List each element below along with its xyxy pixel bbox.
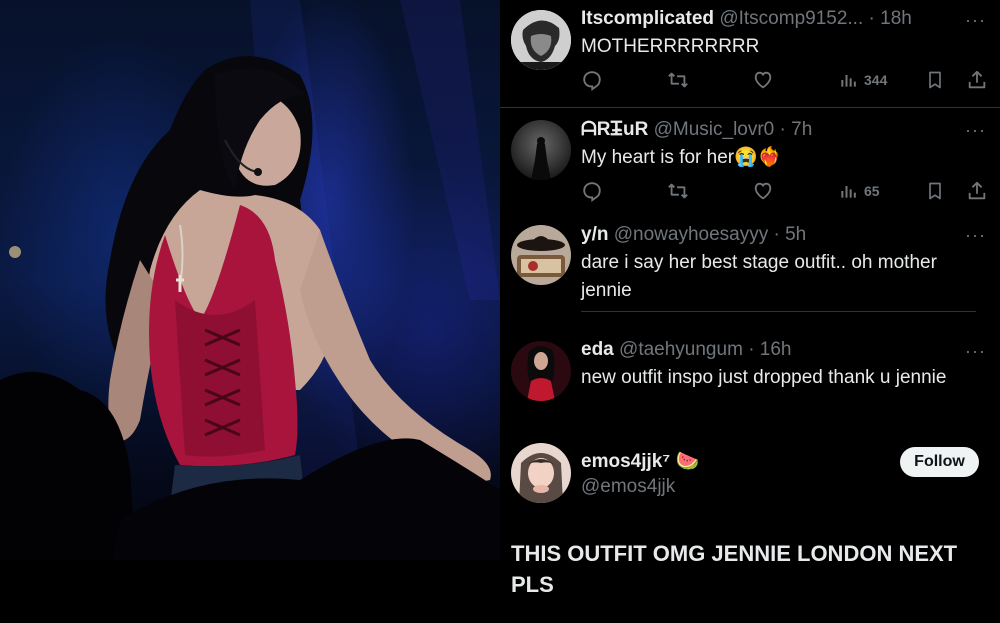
timestamp[interactable]: 16h <box>760 339 792 360</box>
display-name[interactable]: ᗩRᏆ̵̶uR <box>581 119 648 140</box>
post-text: THIS OUTFIT OMG JENNIE LONDON NEXT PLS <box>511 541 958 597</box>
share-icon <box>968 70 986 89</box>
profile-avatar[interactable] <box>511 443 571 503</box>
display-name[interactable]: y/n <box>581 224 608 245</box>
bookmark-button[interactable] <box>925 179 945 203</box>
separator-dot: · <box>779 119 786 140</box>
avatar[interactable] <box>511 120 571 180</box>
tweet-actions: 344 <box>581 68 990 92</box>
views-icon <box>841 75 856 87</box>
like-button[interactable] <box>752 68 774 92</box>
tweet-text: new outfit inspo just dropped thank u je… <box>581 367 947 388</box>
timestamp[interactable]: 18h <box>880 8 912 29</box>
display-name[interactable]: Itscomplicated <box>581 8 714 29</box>
separator-dot: · <box>868 8 875 29</box>
avatar-red-dress-icon <box>511 341 571 401</box>
handle[interactable]: @Itscomp9152... <box>719 8 863 29</box>
more-options-icon[interactable]: ··· <box>965 225 986 245</box>
views-button[interactable]: 344 <box>839 68 887 92</box>
repost-button[interactable] <box>666 68 690 92</box>
share-button[interactable] <box>966 68 988 92</box>
avatar-dark-figure-icon <box>511 120 571 180</box>
reply-feed: Itscomplicated @Itscomp9152... · 18h ···… <box>500 0 1000 623</box>
heart-icon <box>754 182 772 200</box>
reply-icon <box>583 71 601 91</box>
reply-tweet[interactable]: ᗩRᏆ̵̶uR @Music_lovr0 · 7h ··· My heart i… <box>500 108 1000 215</box>
reply-tweet[interactable]: Itscomplicated @Itscomp9152... · 18h ···… <box>500 0 1000 107</box>
follow-button[interactable]: Follow <box>900 447 979 477</box>
more-options-icon[interactable]: ··· <box>965 10 986 30</box>
share-button[interactable] <box>966 179 988 203</box>
repost-icon <box>668 72 688 88</box>
reply-tweet[interactable]: y/n @nowayhoesayyy · 5h ··· dare i say h… <box>500 215 1000 323</box>
reply-icon <box>583 182 601 202</box>
views-icon <box>841 186 856 198</box>
separator-dot: · <box>748 339 755 360</box>
display-name[interactable]: eda <box>581 339 614 360</box>
timestamp[interactable]: 7h <box>791 119 812 140</box>
bookmark-icon <box>929 182 941 200</box>
views-button[interactable]: 65 <box>839 179 880 203</box>
handle[interactable]: @taehyungum <box>619 339 743 360</box>
repost-button[interactable] <box>666 179 690 203</box>
profile-handle[interactable]: @emos4jjk <box>581 474 675 500</box>
avatar[interactable] <box>511 225 571 285</box>
separator-dot: · <box>773 224 780 245</box>
reply-tweet[interactable]: eda @taehyungum · 16h ··· new outfit ins… <box>500 331 1000 436</box>
avatar[interactable] <box>511 341 571 401</box>
concert-photo <box>0 0 500 623</box>
avatar-cowboy-hat-icon <box>511 225 571 285</box>
divider <box>581 311 976 312</box>
bookmark-button[interactable] <box>925 68 945 92</box>
heart-icon <box>754 71 772 89</box>
timestamp[interactable]: 5h <box>785 224 806 245</box>
repost-icon <box>668 183 688 199</box>
like-button[interactable] <box>752 179 774 203</box>
tweet-text: MOTHERRRRRRRR <box>581 36 760 57</box>
handle[interactable]: @nowayhoesayyy <box>614 224 768 245</box>
performer-illustration <box>0 0 500 623</box>
bookmark-icon <box>929 71 941 89</box>
share-icon <box>968 181 986 200</box>
avatar-girl-portrait-icon <box>511 443 571 503</box>
avatar[interactable] <box>511 10 571 70</box>
avatar-bw-portrait-icon <box>511 10 571 70</box>
view-count: 65 <box>864 183 880 199</box>
view-count: 344 <box>864 72 888 88</box>
profile-name[interactable]: emos4jjk⁷ 🍉 <box>581 449 699 475</box>
reply-button[interactable] <box>581 179 603 203</box>
more-options-icon[interactable]: ··· <box>965 341 986 361</box>
tweet-text: My heart is for her😭❤️‍🔥 <box>581 147 782 168</box>
more-options-icon[interactable]: ··· <box>965 120 986 140</box>
tweet-actions: 65 <box>581 179 990 203</box>
tweet-text: dare i say her best stage outfit.. oh mo… <box>581 252 937 301</box>
handle[interactable]: @Music_lovr0 <box>654 119 775 140</box>
reply-button[interactable] <box>581 68 603 92</box>
